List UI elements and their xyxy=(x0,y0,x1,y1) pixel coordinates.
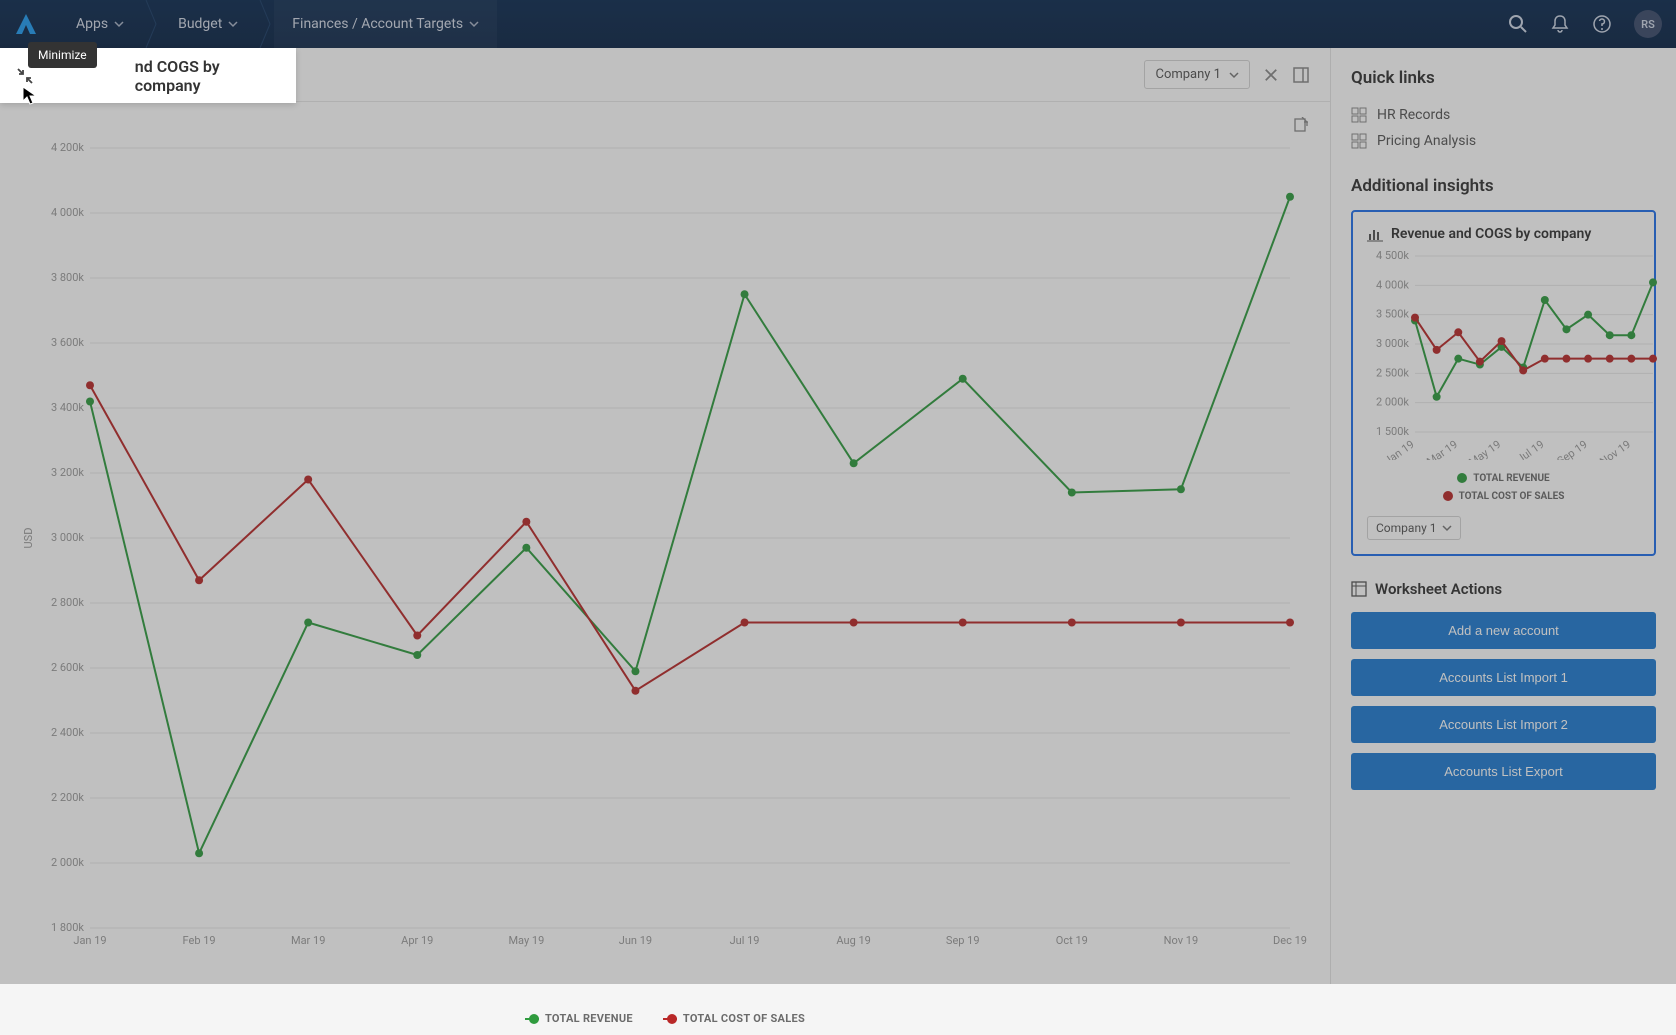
chevron-down-icon xyxy=(1229,70,1239,80)
user-avatar[interactable]: RS xyxy=(1634,10,1662,38)
mini-company-selector[interactable]: Company 1 xyxy=(1367,516,1461,540)
svg-text:4 000k: 4 000k xyxy=(1376,278,1409,291)
company-selector-label: Company 1 xyxy=(1155,67,1221,82)
worksheet-icon xyxy=(1351,581,1367,597)
mini-company-label: Company 1 xyxy=(1376,521,1436,535)
nav-separator xyxy=(256,0,274,48)
svg-text:2 000k: 2 000k xyxy=(1376,396,1409,409)
legend-cogs: TOTAL COST OF SALES xyxy=(663,1012,805,1025)
svg-text:Sep 19: Sep 19 xyxy=(946,934,980,947)
svg-text:May 19: May 19 xyxy=(508,934,544,947)
svg-text:Jun 19: Jun 19 xyxy=(619,934,652,947)
svg-text:2 500k: 2 500k xyxy=(1376,366,1409,379)
add-new-account-button[interactable]: Add a new account xyxy=(1351,612,1656,649)
export-chart-icon[interactable] xyxy=(1292,116,1310,134)
chevron-down-icon xyxy=(114,19,124,29)
chevron-down-icon xyxy=(1442,523,1452,533)
accounts-import-1-button[interactable]: Accounts List Import 1 xyxy=(1351,659,1656,696)
side-panel: Quick links HR Records Pricing Analysis … xyxy=(1330,48,1676,984)
svg-text:Dec 19: Dec 19 xyxy=(1273,934,1307,947)
chevron-down-icon xyxy=(469,19,479,29)
accounts-import-2-button[interactable]: Accounts List Import 2 xyxy=(1351,706,1656,743)
quick-link-label: Pricing Analysis xyxy=(1377,133,1476,149)
svg-text:Feb 19: Feb 19 xyxy=(183,934,216,947)
chart-icon xyxy=(1367,226,1383,242)
svg-text:Jan 19: Jan 19 xyxy=(73,934,106,947)
app-logo[interactable] xyxy=(14,12,38,36)
svg-text:3 800k: 3 800k xyxy=(51,271,84,284)
svg-text:Nov 19: Nov 19 xyxy=(1164,934,1198,947)
nav-apps-label: Apps xyxy=(76,16,108,32)
svg-text:3 500k: 3 500k xyxy=(1376,308,1409,321)
nav-budget[interactable]: Budget xyxy=(160,0,256,48)
svg-text:Jul 19: Jul 19 xyxy=(730,934,760,947)
svg-text:4 000k: 4 000k xyxy=(51,206,84,219)
quick-link-pricing-analysis[interactable]: Pricing Analysis xyxy=(1351,128,1656,154)
main-line-chart: 1 800k 2 000k 2 200k 2 400k 2 600k 2 800k 3 00… xyxy=(20,138,1310,1008)
svg-text:Nov 19: Nov 19 xyxy=(1597,438,1633,460)
svg-text:Jul 19: Jul 19 xyxy=(1515,438,1547,460)
svg-text:3 000k: 3 000k xyxy=(1376,337,1409,350)
expand-panel-icon[interactable] xyxy=(1292,66,1310,84)
svg-text:1 500k: 1 500k xyxy=(1376,425,1409,438)
quick-links-heading: Quick links xyxy=(1351,68,1656,88)
search-icon[interactable] xyxy=(1508,14,1528,34)
mini-legend: TOTAL REVENUE TOTAL COST OF SALES xyxy=(1367,470,1640,506)
accounts-export-button[interactable]: Accounts List Export xyxy=(1351,753,1656,790)
svg-text:Mar 19: Mar 19 xyxy=(1424,438,1460,460)
nav-apps[interactable]: Apps xyxy=(58,0,142,48)
additional-insights-heading: Additional insights xyxy=(1351,176,1656,196)
top-nav-bar: Apps Budget Finances / Account Targets R… xyxy=(0,0,1676,48)
svg-text:2 600k: 2 600k xyxy=(51,661,84,674)
svg-text:Apr 19: Apr 19 xyxy=(401,934,433,947)
svg-text:4 200k: 4 200k xyxy=(51,141,84,154)
insight-card[interactable]: Revenue and COGS by company 1 500k 2 000k… xyxy=(1351,210,1656,556)
svg-text:Mar 19: Mar 19 xyxy=(291,934,325,947)
svg-text:3 000k: 3 000k xyxy=(51,531,84,544)
svg-text:2 200k: 2 200k xyxy=(51,791,84,804)
chart-panel: Revenue and COGS by company Company 1 1 … xyxy=(0,48,1330,984)
svg-text:2 000k: 2 000k xyxy=(51,856,84,869)
chevron-down-icon xyxy=(228,19,238,29)
chart-legend: TOTAL REVENUE TOTAL COST OF SALES xyxy=(20,1012,1310,1025)
minimize-tooltip: Minimize xyxy=(28,42,97,68)
quick-link-hr-records[interactable]: HR Records xyxy=(1351,102,1656,128)
company-selector[interactable]: Company 1 xyxy=(1144,60,1250,89)
svg-text:Aug 19: Aug 19 xyxy=(836,934,870,947)
svg-text:May 19: May 19 xyxy=(1466,438,1503,460)
close-chart-icon[interactable] xyxy=(1262,66,1280,84)
chart-title-highlight-fragment: nd COGS by company xyxy=(135,57,280,95)
svg-text:Jan 19: Jan 19 xyxy=(1382,438,1417,460)
worksheet-actions-heading: Worksheet Actions xyxy=(1351,580,1656,598)
svg-text:Sep 19: Sep 19 xyxy=(1555,438,1590,460)
minimize-button[interactable] xyxy=(16,66,35,86)
svg-text:4 500k: 4 500k xyxy=(1376,250,1409,262)
svg-text:3 400k: 3 400k xyxy=(51,401,84,414)
svg-text:2 400k: 2 400k xyxy=(51,726,84,739)
svg-text:Oct 19: Oct 19 xyxy=(1056,934,1088,947)
avatar-initials: RS xyxy=(1641,18,1655,31)
bell-icon[interactable] xyxy=(1550,14,1570,34)
help-icon[interactable] xyxy=(1592,14,1612,34)
svg-text:USD: USD xyxy=(22,528,35,549)
svg-text:3 200k: 3 200k xyxy=(51,466,84,479)
svg-text:1 800k: 1 800k xyxy=(51,921,84,934)
cursor-icon xyxy=(22,86,38,106)
quick-link-label: HR Records xyxy=(1377,107,1450,123)
highlighted-header-region: Minimize nd COGS by company xyxy=(0,48,296,103)
svg-text:3 600k: 3 600k xyxy=(51,336,84,349)
nav-separator xyxy=(142,0,160,48)
nav-budget-label: Budget xyxy=(178,16,222,32)
insight-title: Revenue and COGS by company xyxy=(1367,226,1640,242)
nav-breadcrumb[interactable]: Finances / Account Targets xyxy=(274,0,497,48)
svg-text:2 800k: 2 800k xyxy=(51,596,84,609)
legend-revenue: TOTAL REVENUE xyxy=(525,1012,633,1025)
mini-line-chart: 1 500k 2 000k 2 500k 3 000k 3 500k 4 000k 4 50… xyxy=(1367,250,1661,460)
breadcrumb-label: Finances / Account Targets xyxy=(292,16,463,32)
